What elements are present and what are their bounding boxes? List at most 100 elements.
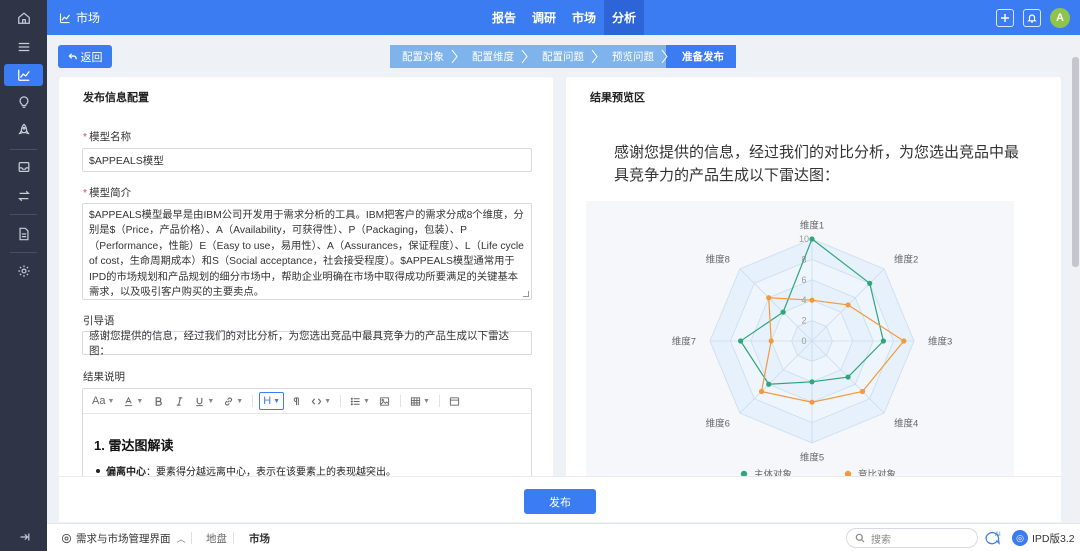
avatar[interactable]: A — [1050, 7, 1070, 28]
image-button[interactable] — [376, 392, 394, 410]
chevron-right-icon — [521, 49, 528, 64]
publish-button[interactable]: 发布 — [524, 489, 596, 514]
radar-point — [845, 302, 851, 308]
radar-point — [867, 280, 873, 286]
home-icon[interactable] — [4, 7, 43, 29]
publish-config-panel: 发布信息配置 * 模型名称 $APPEALS模型 * 模型简介 $APPEALS模型… — [59, 77, 553, 487]
transfer-icon[interactable] — [4, 185, 43, 207]
table-dropdown[interactable]: ▼ — [407, 392, 433, 410]
bell-icon — [1027, 13, 1037, 23]
radar-point — [809, 399, 815, 405]
radar-category-label: 维度1 — [800, 220, 824, 232]
rocket-icon[interactable] — [4, 119, 43, 141]
ai-assistant-icon[interactable]: AI — [984, 529, 1003, 547]
menu-icon[interactable] — [4, 36, 43, 58]
bottom-bar: 需求与市场管理界面 ︿ 地盘 市场 搜索 AI ◎ IPD版3.2 — [47, 523, 1080, 551]
radar-point — [768, 338, 774, 344]
scrollbar-thumb[interactable] — [1072, 57, 1079, 267]
chevron-up-icon: ︿ — [176, 533, 186, 544]
radar-point — [766, 295, 772, 301]
gear-icon[interactable] — [4, 260, 43, 282]
version-badge: ◎ IPD版3.2 — [1012, 524, 1075, 551]
radar-tick-label: 2 — [801, 316, 806, 326]
step-ready-publish[interactable]: 准备发布 — [666, 45, 736, 68]
chevron-right-icon — [591, 49, 598, 64]
underline-dropdown[interactable]: ▼ — [191, 392, 217, 410]
editor-heading: 1. 雷达图解读 — [94, 438, 174, 453]
app-switcher[interactable]: 需求与市场管理界面 ︿ — [61, 524, 186, 551]
back-button[interactable]: 返回 — [58, 45, 112, 68]
top-bar: 市场 报告 调研 市场 分析 A — [47, 0, 1080, 35]
radar-point — [859, 388, 866, 395]
radar-category-label: 维度5 — [800, 452, 824, 464]
nav-analysis[interactable]: 分析 — [604, 0, 645, 35]
font-size-dropdown[interactable]: Aa ▼ — [89, 392, 117, 410]
result-label: 结果说明 — [83, 371, 125, 383]
radar-point — [809, 297, 815, 303]
market-analysis-icon[interactable] — [4, 64, 43, 86]
radar-point — [758, 388, 765, 395]
nav-research[interactable]: 调研 — [524, 0, 564, 35]
nav-report[interactable]: 报告 — [484, 0, 524, 35]
document-icon[interactable] — [4, 223, 43, 245]
step-config-object[interactable]: 配置对象 — [390, 45, 458, 68]
radar-chart: 0 2 4 6 8 10 维度1 维度2 维度3 维度4 维度5 维度6 维度7 维度8 主体对象 竞比对象 — [586, 201, 1014, 487]
underline-icon — [196, 397, 204, 406]
radar-point — [845, 374, 851, 380]
breadcrumb: 市场 — [59, 0, 100, 35]
italic-button[interactable] — [170, 392, 188, 410]
action-bar: 发布 — [59, 476, 1061, 522]
window-icon — [450, 396, 460, 406]
collapse-icon[interactable] — [4, 526, 43, 548]
radar-category-label: 维度6 — [706, 418, 730, 430]
radar-point — [809, 379, 815, 385]
lightbulb-icon[interactable] — [4, 91, 43, 113]
text-color-dropdown[interactable]: ▼ — [120, 392, 146, 410]
chevron-right-icon — [661, 49, 668, 64]
rich-text-editor[interactable]: Aa ▼ ▼ ▼ ▼ H ▼ ▼ ▼ ▼ 1. 雷达图解读 偏离中心：要素得分越远离… — [82, 388, 532, 487]
tab-dashboard[interactable]: 地盘 — [206, 524, 227, 551]
heading-dropdown[interactable]: H ▼ — [259, 392, 285, 410]
paint-icon — [125, 396, 133, 406]
resize-handle[interactable] — [523, 291, 529, 297]
model-name-label: * 模型名称 — [83, 131, 132, 143]
model-intro-textarea[interactable]: $APPEALS模型最早是由IBM公司开发用于需求分析的工具。IBM把客户的需求… — [82, 203, 532, 300]
code-dropdown[interactable]: ▼ — [308, 392, 334, 410]
list-dropdown[interactable]: ▼ — [347, 392, 373, 410]
fullscreen-button[interactable] — [446, 392, 464, 410]
step-preview-question[interactable]: 预览问题 — [596, 45, 668, 68]
model-name-input[interactable]: $APPEALS模型 — [82, 148, 532, 172]
add-button[interactable] — [996, 8, 1014, 27]
guide-input[interactable]: 感谢您提供的信息，经过我们的对比分析，为您选出竞品中最具竞争力的产品生成以下雷达… — [82, 330, 532, 357]
inbox-icon[interactable] — [4, 156, 43, 178]
italic-icon — [176, 396, 183, 406]
chevron-right-icon — [451, 49, 458, 64]
panel-title: 发布信息配置 — [83, 92, 149, 104]
panel-title: 结果预览区 — [590, 92, 645, 104]
list-icon — [350, 397, 360, 405]
guide-label: 引导语 — [83, 315, 115, 327]
result-preview-panel: 结果预览区 感谢您提供的信息，经过我们的对比分析，为您选出竞品中最具竞争力的产品… — [566, 77, 1061, 487]
radar-chart-svg: 0246810维度1维度2维度3维度4维度5维度6维度7维度8主体对象 竞比对象 — [672, 220, 953, 481]
step-config-question[interactable]: 配置问题 — [526, 45, 598, 68]
image-icon — [380, 396, 390, 406]
tab-market[interactable]: 市场 — [249, 524, 270, 551]
radar-point — [766, 381, 772, 387]
top-actions: A — [996, 0, 1070, 35]
preview-intro: 感谢您提供的信息，经过我们的对比分析，为您选出竞品中最具竞争力的产品生成以下雷达… — [614, 144, 1020, 184]
link-dropdown[interactable]: ▼ — [220, 392, 246, 410]
radar-category-label: 维度7 — [672, 336, 696, 348]
radar-category-label: 维度8 — [706, 253, 730, 265]
nav-market[interactable]: 市场 — [564, 0, 604, 35]
notification-button[interactable] — [1023, 8, 1041, 27]
scrollbar[interactable] — [1071, 35, 1080, 523]
radar-category-label: 维度2 — [894, 253, 918, 265]
model-intro-label: * 模型简介 — [83, 187, 132, 199]
step-config-dimension[interactable]: 配置维度 — [456, 45, 528, 68]
back-arrow-icon — [67, 53, 77, 60]
left-rail — [0, 0, 47, 551]
search-input[interactable]: 搜索 — [846, 528, 978, 548]
paragraph-button[interactable] — [287, 392, 305, 410]
bold-button[interactable] — [149, 392, 167, 410]
radar-point — [809, 236, 815, 242]
